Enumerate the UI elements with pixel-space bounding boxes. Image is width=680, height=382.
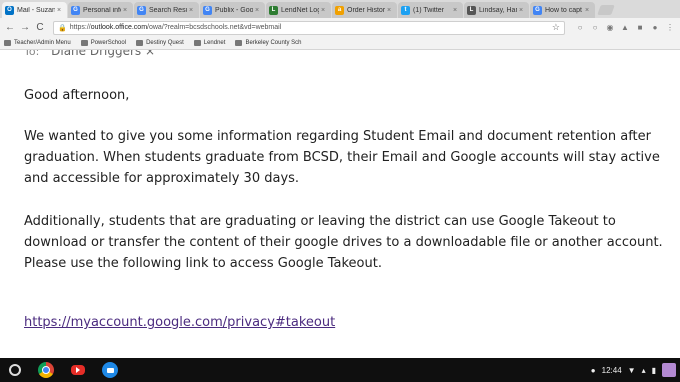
bookmark-label: Lendnet: [203, 40, 226, 46]
email-body: To: Diane Driggers × Good afternoon, We …: [0, 50, 680, 358]
tab-favicon-icon: O: [5, 5, 14, 15]
tab-close-icon[interactable]: ×: [321, 7, 328, 14]
star-icon[interactable]: ☆: [552, 22, 560, 33]
tab-close-icon[interactable]: ×: [519, 7, 526, 14]
forward-icon[interactable]: →: [19, 22, 31, 34]
tab-favicon-icon: t: [401, 5, 410, 15]
browser-toolbar: ← → C 🔒 https:// outlook.office.com /owa…: [0, 18, 680, 37]
bookmark-label: Berkeley County Sch: [245, 40, 302, 46]
bookmark-item[interactable]: Berkeley County Sch: [235, 40, 301, 46]
battery-icon: ▮: [651, 365, 656, 375]
tab-label: Order History: [347, 6, 385, 14]
bookmark-label: PowerSchool: [90, 40, 127, 46]
back-icon[interactable]: ←: [4, 22, 16, 34]
extension-icon[interactable]: ○: [589, 22, 601, 34]
bookmark-item[interactable]: Lendnet: [193, 40, 226, 46]
clock: 12:44: [601, 365, 622, 375]
browser-tab[interactable]: a Order History ×: [332, 2, 397, 18]
browser-tab[interactable]: t (1) Twitter ×: [398, 2, 463, 18]
paragraph-retention: We wanted to give you some information r…: [24, 129, 660, 186]
tab-favicon-icon: a: [335, 5, 344, 15]
extension-icon[interactable]: ○: [574, 22, 586, 34]
recipient-name[interactable]: Diane Driggers: [51, 50, 141, 58]
notification-icon: ●: [590, 365, 596, 375]
files-icon[interactable]: [102, 362, 118, 378]
greeting: Good afternoon,: [24, 88, 130, 103]
takeout-link[interactable]: https://myaccount.google.com/privacy#tak…: [24, 312, 664, 333]
wifi-icon: ▼: [627, 365, 636, 375]
address-bar[interactable]: 🔒 https:// outlook.office.com /owa/?real…: [53, 20, 565, 35]
url-path: /owa/?realm=bcsdschools.net&vd=webmail: [147, 24, 282, 31]
tab-close-icon[interactable]: ×: [585, 7, 592, 14]
recipient-line: To: Diane Driggers ×: [24, 50, 155, 58]
tab-label: (1) Twitter: [413, 6, 444, 14]
tab-favicon-icon: L: [467, 5, 476, 15]
tab-close-icon[interactable]: ×: [57, 7, 64, 14]
tab-close-icon[interactable]: ×: [453, 7, 460, 14]
bookmark-icon: [193, 40, 201, 46]
new-tab-button[interactable]: [597, 5, 615, 15]
bookmark-label: Teacher/Admin Menu: [14, 40, 71, 46]
bookmark-icon: [4, 40, 11, 46]
network-icon: ▴: [641, 365, 646, 375]
tab-label: Mail - Suzann: [17, 6, 55, 14]
browser-tab[interactable]: G Personal info ×: [68, 2, 133, 18]
browser-tab[interactable]: OMail - Suzann×: [2, 2, 67, 18]
browser-tab[interactable]: G How to capt ×: [530, 2, 595, 18]
bookmark-item[interactable]: Teacher/Admin Menu: [4, 40, 71, 46]
tab-label: Personal info: [83, 6, 121, 14]
tab-favicon-icon: G: [71, 5, 80, 15]
tab-label: How to capt: [545, 6, 582, 14]
tab-close-icon[interactable]: ×: [189, 7, 196, 14]
chromeos-shelf: ● 12:44 ▼ ▴ ▮: [0, 358, 680, 382]
extension-icon[interactable]: ●: [649, 22, 661, 34]
tab-favicon-icon: G: [533, 5, 542, 15]
reload-icon[interactable]: C: [34, 22, 46, 34]
tab-close-icon[interactable]: ×: [387, 7, 394, 14]
browser-tab[interactable]: G Search Resul ×: [134, 2, 199, 18]
status-tray[interactable]: ● 12:44 ▼ ▴ ▮: [591, 363, 680, 377]
tab-close-icon[interactable]: ×: [123, 7, 130, 14]
extension-icon[interactable]: ▲: [619, 22, 631, 34]
bookmark-icon: [235, 40, 243, 46]
tab-strip: OMail - Suzann×GPersonal info×GSearch Re…: [0, 0, 680, 18]
bookmark-label: Destiny Quest: [146, 40, 184, 46]
url-host: outlook.office.com: [90, 24, 148, 31]
to-label: To:: [24, 50, 40, 58]
tab-favicon-icon: G: [137, 5, 146, 15]
tab-favicon-icon: G: [203, 5, 212, 15]
bookmark-icon: [136, 40, 144, 46]
bookmark-icon: [80, 40, 88, 46]
tab-label: LendNet Logi: [281, 6, 319, 14]
tab-label: Search Resul: [149, 6, 187, 14]
avatar: [662, 363, 676, 377]
chrome-icon[interactable]: [38, 362, 54, 378]
tab-label: Publix - Goog: [215, 6, 253, 14]
tab-favicon-icon: L: [269, 5, 278, 15]
bookmark-item[interactable]: Destiny Quest: [136, 40, 184, 46]
paragraph-takeout: Additionally, students that are graduati…: [24, 214, 663, 271]
tab-close-icon[interactable]: ×: [255, 7, 262, 14]
browser-tab[interactable]: L LendNet Logi ×: [266, 2, 331, 18]
extension-icon[interactable]: ◉: [604, 22, 616, 34]
remove-recipient-icon[interactable]: ×: [145, 50, 155, 58]
launcher-icon[interactable]: [9, 364, 21, 376]
extension-icon[interactable]: ■: [634, 22, 646, 34]
bookmark-item[interactable]: PowerSchool: [80, 40, 127, 46]
browser-tab[interactable]: L Lindsay, Han ×: [464, 2, 529, 18]
menu-icon[interactable]: ⋮: [664, 22, 676, 34]
bookmarks-bar: Teacher/Admin Menu PowerSchool Destiny Que…: [0, 37, 680, 50]
browser-tab[interactable]: GPublix - Goog×: [200, 2, 265, 18]
lock-icon: 🔒: [58, 24, 67, 32]
url-prefix: https://: [69, 24, 91, 31]
tab-label: Lindsay, Han: [479, 6, 517, 14]
youtube-icon[interactable]: [71, 365, 85, 375]
